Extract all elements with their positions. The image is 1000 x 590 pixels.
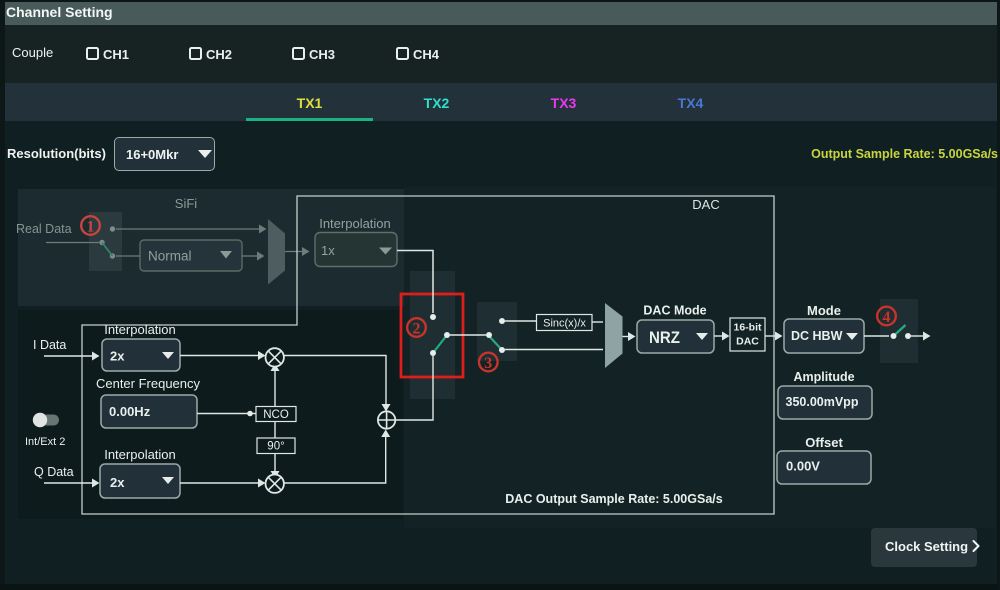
svg-text:0.00V: 0.00V [786,459,820,474]
svg-text:SiFi: SiFi [175,196,198,211]
svg-text:Center Frequency: Center Frequency [96,376,201,391]
svg-text:4: 4 [883,309,891,326]
svg-text:0.00Hz: 0.00Hz [109,404,151,419]
svg-text:Sinc(x)/x: Sinc(x)/x [543,318,586,330]
svg-text:90°: 90° [267,441,284,453]
svg-text:1: 1 [87,219,95,236]
svg-text:DAC: DAC [692,197,719,212]
svg-text:Amplitude: Amplitude [793,370,854,384]
svg-text:16-bit: 16-bit [733,322,762,334]
svg-text:Offset: Offset [805,435,843,450]
svg-text:3: 3 [484,355,492,372]
svg-text:1x: 1x [321,243,335,258]
svg-text:2: 2 [413,321,421,338]
svg-text:DAC Output Sample Rate: 5.00GS: DAC Output Sample Rate: 5.00GSa/s [505,492,722,506]
svg-text:Q Data: Q Data [34,465,74,479]
svg-text:DC HBW: DC HBW [791,329,843,343]
svg-text:Normal: Normal [148,249,192,264]
svg-text:Mode: Mode [807,303,841,318]
svg-text:NCO: NCO [263,409,289,421]
svg-text:DAC: DAC [736,336,759,348]
svg-text:350.00mVpp: 350.00mVpp [786,395,859,409]
svg-text:I Data: I Data [33,338,66,352]
svg-text:Interpolation: Interpolation [104,322,176,337]
svg-text:Int/Ext 2: Int/Ext 2 [25,436,65,448]
svg-text:NRZ: NRZ [649,329,680,347]
svg-text:Interpolation: Interpolation [319,216,391,231]
svg-text:Interpolation: Interpolation [104,447,176,462]
svg-text:2x: 2x [110,349,125,364]
svg-text:DAC Mode: DAC Mode [643,304,706,318]
svg-text:2x: 2x [110,475,125,490]
svg-text:Real Data: Real Data [16,222,72,236]
